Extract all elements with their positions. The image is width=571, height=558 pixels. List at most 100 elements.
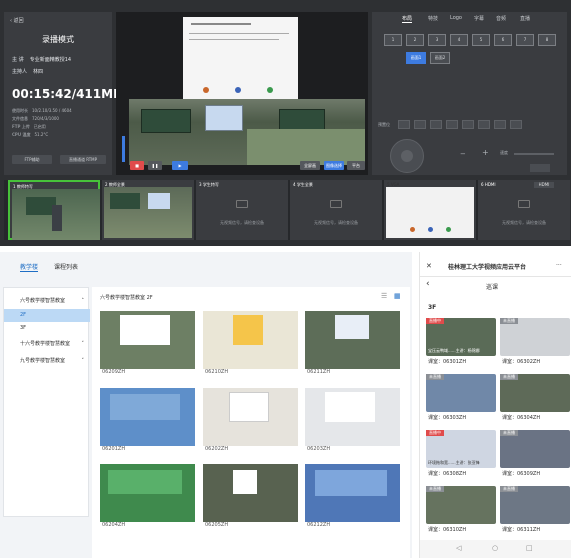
- layout-selected-2[interactable]: 画面2: [430, 52, 450, 64]
- room-card[interactable]: 未直播: [500, 486, 570, 524]
- ptz-joystick[interactable]: [390, 139, 424, 173]
- layout-option[interactable]: 7: [516, 34, 534, 46]
- fullscreen-button[interactable]: 全屏画: [300, 161, 320, 170]
- publish-button[interactable]: ▶: [172, 161, 188, 170]
- room-card[interactable]: 06209ZH: [100, 311, 195, 375]
- tab-audio[interactable]: 音频: [496, 15, 506, 22]
- tab-subtitle[interactable]: 字幕: [474, 15, 484, 22]
- mode-title: 录播模式: [42, 35, 74, 44]
- room-card[interactable]: 06201ZH: [100, 388, 195, 452]
- source-thumb[interactable]: 6 HDMI 无视频信号，请检查设备 HDMI: [478, 180, 570, 240]
- image-select-button[interactable]: 图像选择: [324, 161, 344, 170]
- list-view-icon[interactable]: ☰: [381, 292, 387, 300]
- slide-image: [229, 392, 269, 422]
- pause-button[interactable]: ❚❚: [148, 161, 162, 170]
- layout-option[interactable]: 3: [428, 34, 446, 46]
- sidebar-floor[interactable]: 3F: [4, 322, 90, 335]
- stat-label: CPU 温度: [12, 132, 31, 137]
- nav-recents-icon[interactable]: □: [526, 544, 533, 552]
- ftp-button[interactable]: FTP辅助: [12, 155, 52, 164]
- camera-off-icon: [236, 200, 248, 208]
- room-card[interactable]: 未直播: [500, 374, 570, 412]
- layout-option[interactable]: 2: [406, 34, 424, 46]
- tab-live[interactable]: 直播: [520, 15, 530, 22]
- close-icon[interactable]: ✕: [426, 262, 432, 270]
- ptz-confirm-button[interactable]: [530, 164, 550, 172]
- joystick-center[interactable]: [401, 150, 413, 162]
- hdmi-button[interactable]: HDMI: [534, 182, 554, 188]
- preset-button[interactable]: [414, 120, 426, 129]
- room-card[interactable]: 未直播: [500, 318, 570, 356]
- building-sidebar: 六号教学楼智慧教室 ˄ 2F 3F 十六号教学楼智慧教室 ˅ 九号教学楼智慧教室 ˅: [3, 287, 90, 517]
- layout-selected-1[interactable]: 画面1: [406, 52, 426, 64]
- more-icon[interactable]: ···: [556, 262, 562, 269]
- back-button[interactable]: ‹ 返回: [10, 17, 24, 24]
- room-card[interactable]: 06205ZH: [203, 464, 298, 528]
- tab-layout[interactable]: 布局: [402, 15, 413, 23]
- nav-back-icon[interactable]: ◁: [456, 544, 461, 552]
- platform-button[interactable]: 平台: [347, 161, 365, 170]
- preset-button[interactable]: [462, 120, 474, 129]
- sidebar-building[interactable]: 九号教学楼智慧教室 ˅: [4, 355, 90, 368]
- tab-logo[interactable]: Logo: [450, 15, 462, 21]
- back-icon[interactable]: ‹: [426, 279, 430, 289]
- room-card[interactable]: 06204ZH: [100, 464, 195, 528]
- sidebar-floor[interactable]: 2F: [4, 309, 90, 322]
- source-thumb[interactable]: 2 教师全景: [102, 180, 194, 240]
- room-card[interactable]: 直播中 环境拖和宽......主讲：张亚锋: [426, 430, 496, 468]
- back-label: 返回: [13, 18, 24, 24]
- room-card[interactable]: 06203ZH: [305, 388, 400, 452]
- stat-value: 720/4/3/1000: [32, 116, 59, 121]
- page-title: 巡课: [486, 284, 499, 291]
- layout-option[interactable]: 6: [494, 34, 512, 46]
- preset-button[interactable]: [430, 120, 442, 129]
- layout-option[interactable]: 5: [472, 34, 490, 46]
- room-card[interactable]: 未直播: [426, 374, 496, 412]
- room-name: 06211ZH: [307, 369, 331, 375]
- room-card[interactable]: 未直播: [500, 430, 570, 468]
- room-name: 06209ZH: [102, 369, 126, 375]
- tab-courses[interactable]: 课程列表: [54, 262, 78, 271]
- preset-button[interactable]: [398, 120, 410, 129]
- sidebar-building[interactable]: 六号教学楼智慧教室 ˄: [4, 295, 90, 308]
- room-card[interactable]: 未直播: [426, 486, 496, 524]
- stop-record-button[interactable]: ■: [130, 161, 144, 170]
- live-caption: 环境拖和宽......主讲：张亚锋: [428, 460, 480, 465]
- rtmp-button[interactable]: 直播通道 RTMP: [60, 155, 106, 164]
- room-card[interactable]: 06212ZH: [305, 464, 400, 528]
- document-preview: [183, 17, 298, 99]
- room-card[interactable]: 06211ZH: [305, 311, 400, 375]
- source-thumb[interactable]: 4 学生全景 无视频信号，请检查设备: [290, 180, 382, 240]
- room-name: 06212ZH: [307, 522, 331, 528]
- layout-option[interactable]: 1: [384, 34, 402, 46]
- source-thumb[interactable]: 1 教师特写: [8, 180, 100, 240]
- room-card[interactable]: 06210ZH: [203, 311, 298, 375]
- room-card[interactable]: 06202ZH: [203, 388, 298, 452]
- nav-home-icon[interactable]: ○: [492, 544, 498, 552]
- layout-option[interactable]: 4: [450, 34, 468, 46]
- tab-buildings[interactable]: 教学楼: [20, 262, 39, 272]
- preset-button[interactable]: [446, 120, 458, 129]
- source-thumb[interactable]: 3 学生特写 无视频信号，请检查设备: [196, 180, 288, 240]
- source-thumb[interactable]: 5 VGA: [384, 180, 476, 240]
- zoom-out-button[interactable]: −: [460, 150, 466, 158]
- zoom-in-button[interactable]: +: [482, 148, 489, 157]
- grid-view-icon[interactable]: ▦: [394, 292, 401, 300]
- thumb-label: 4 学生全景: [293, 182, 313, 187]
- preset-button[interactable]: [510, 120, 522, 129]
- slide-image: [110, 394, 180, 420]
- option-dot: [428, 227, 433, 232]
- room-name: 课室：06308ZH: [428, 471, 467, 477]
- thumb-image: [386, 187, 474, 238]
- preset-button[interactable]: [494, 120, 506, 129]
- status-badge: 未直播: [500, 486, 518, 492]
- qr-image: [233, 470, 257, 494]
- thumb-label: 3 学生特写: [199, 182, 219, 187]
- room-card[interactable]: 直播中 宝压云鸭域......主讲：杨锦娜: [426, 318, 496, 356]
- layout-option[interactable]: 8: [538, 34, 556, 46]
- preset-button[interactable]: [478, 120, 490, 129]
- speed-slider[interactable]: [514, 153, 554, 155]
- sidebar-building[interactable]: 十六号教学楼智慧教室 ˅: [4, 338, 90, 351]
- tab-effects[interactable]: 特技: [428, 15, 438, 22]
- stat-value: 已启用: [33, 124, 46, 129]
